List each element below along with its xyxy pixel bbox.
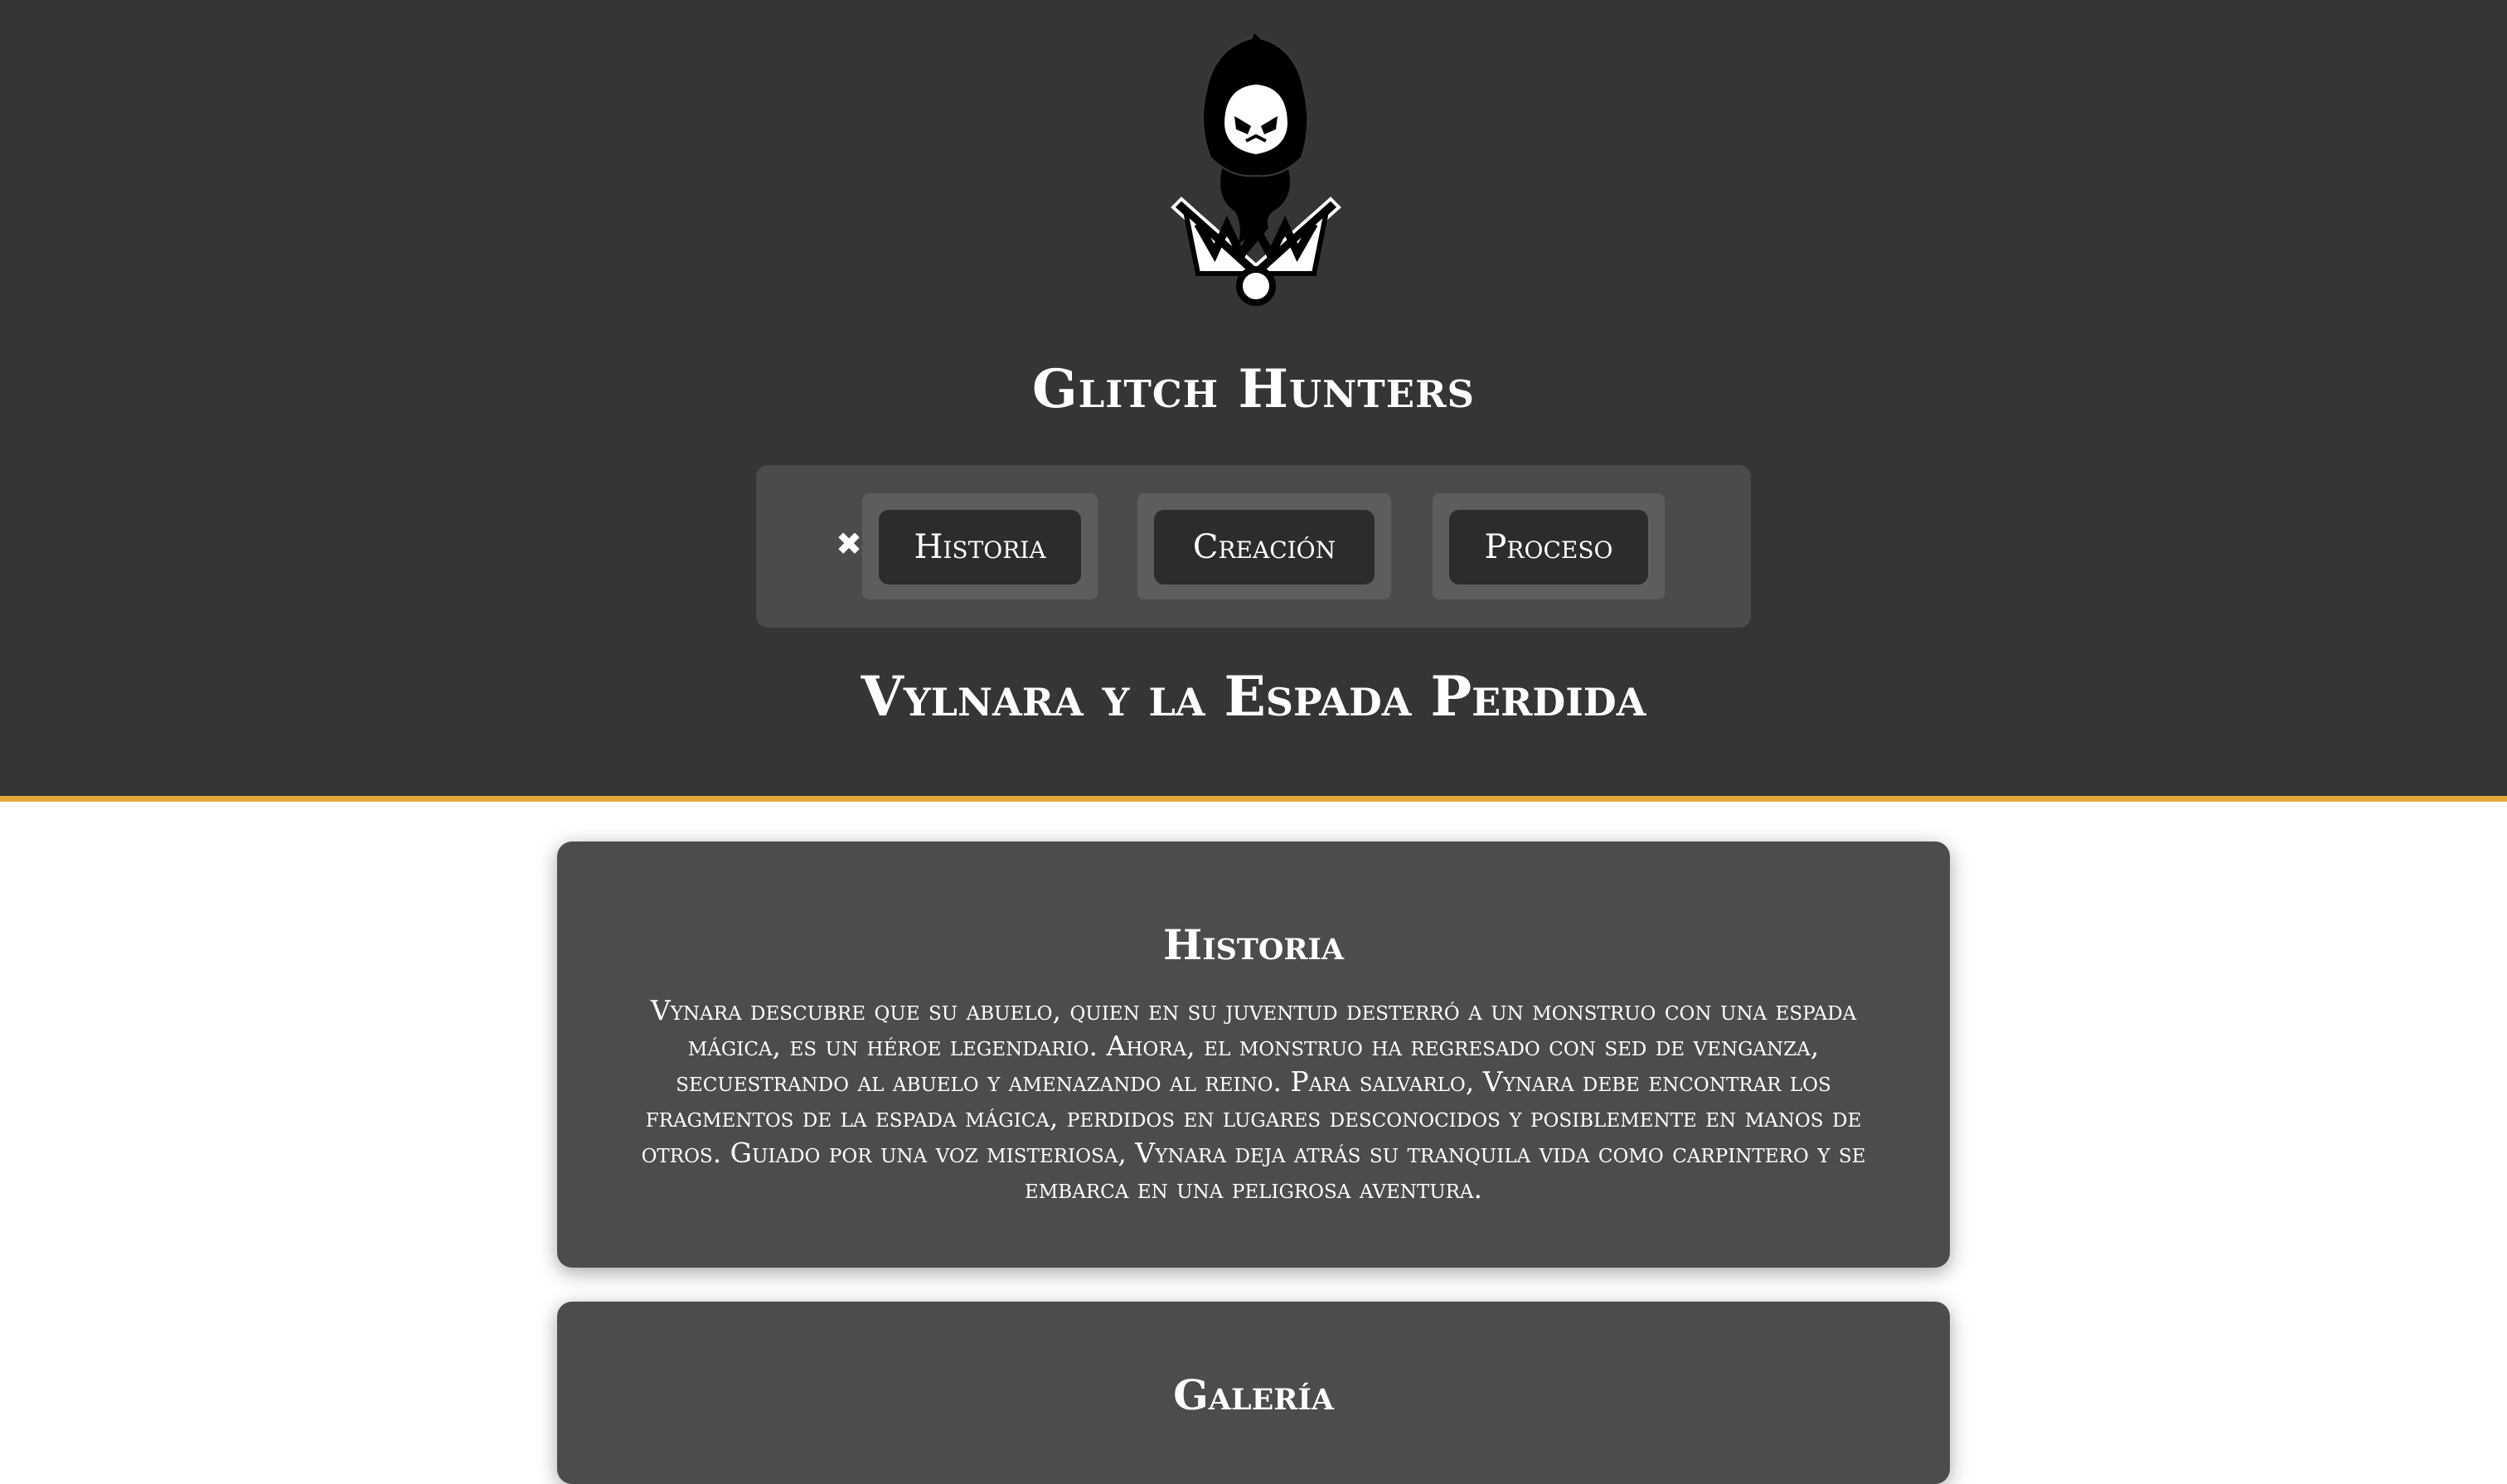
- galeria-section: Galería: [557, 1302, 1950, 1484]
- story-title: Vylnara y la Espada Perdida: [861, 664, 1646, 729]
- historia-text: Vynara descubre que su abuelo, quien en …: [641, 994, 1866, 1205]
- nav-button-proceso[interactable]: Proceso: [1449, 510, 1648, 584]
- hooded-reaper-logo-icon: [1171, 33, 1341, 306]
- historia-section: Historia Vynara descubre que su abuelo, …: [557, 841, 1950, 1268]
- page-header: Glitch Hunters ✖ Historia Creación Proce…: [0, 0, 2507, 802]
- site-title: Glitch Hunters: [1032, 358, 1475, 420]
- nav-button-historia[interactable]: Historia: [879, 510, 1081, 584]
- nav-button-creacion[interactable]: Creación: [1154, 510, 1375, 584]
- main-nav: ✖ Historia Creación Proceso: [756, 465, 1751, 628]
- nav-slot-creacion: Creación: [1137, 493, 1391, 599]
- historia-title: Historia: [1162, 920, 1345, 969]
- galeria-title: Galería: [1173, 1370, 1334, 1419]
- nav-slot-historia: Historia: [862, 493, 1098, 599]
- close-icon[interactable]: ✖: [832, 527, 866, 560]
- nav-slot-proceso: Proceso: [1433, 493, 1665, 599]
